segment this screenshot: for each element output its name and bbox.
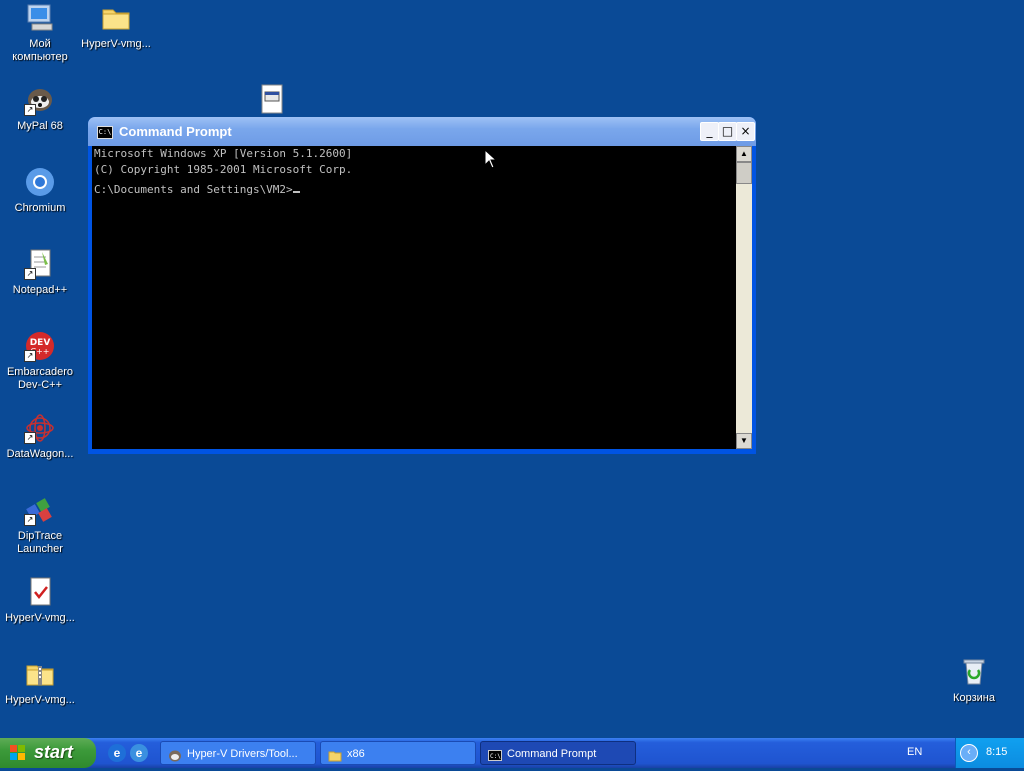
shortcut-arrow-icon: ↗ xyxy=(24,432,36,444)
desktop-icon-file-top[interactable] xyxy=(232,84,312,120)
desktop-icon-chromium[interactable]: Chromium xyxy=(0,166,80,215)
desktop-icon-label: Notepad++ xyxy=(12,284,68,296)
folder-icon xyxy=(100,2,132,34)
desktop-icon-mypal[interactable]: ↗ MyPal 68 xyxy=(0,84,80,133)
shortcut-arrow-icon: ↗ xyxy=(24,104,36,116)
taskbar-item-label: x86 xyxy=(347,748,365,760)
show-hidden-icons-chevron-icon[interactable]: ‹ xyxy=(960,744,978,762)
desktop-icon-recycle-bin[interactable]: Корзина xyxy=(934,656,1014,705)
mypal-icon: ↗ xyxy=(24,84,56,116)
desktop-icon-label: MyPal 68 xyxy=(17,120,63,132)
folder-icon xyxy=(328,747,342,762)
hyperv-drivers-icon xyxy=(168,747,182,762)
desktop-icon-notepadpp[interactable]: ↗ Notepad++ xyxy=(0,248,80,297)
shortcut-arrow-icon: ↗ xyxy=(24,514,36,526)
desktop-icon-hyperv-folder[interactable]: HyperV-vmg... xyxy=(76,2,156,51)
taskbar-item-label: Command Prompt xyxy=(507,748,597,760)
taskbar-item-hyperv-drivers[interactable]: Hyper-V Drivers/Tool... xyxy=(160,741,316,765)
window-title-bar[interactable]: C:\ Command Prompt _ □ × xyxy=(88,117,756,146)
vertical-scrollbar[interactable]: ▲ ▼ xyxy=(736,146,752,449)
close-button[interactable]: × xyxy=(736,122,755,141)
language-indicator[interactable]: EN xyxy=(907,746,922,758)
browser-quicklaunch-icon[interactable]: e xyxy=(130,744,148,762)
window-title: Command Prompt xyxy=(119,124,232,139)
diptrace-icon: ↗ xyxy=(24,494,56,526)
svg-text:C:\: C:\ xyxy=(490,753,501,760)
datawagon-icon: ↗ xyxy=(24,412,56,444)
executable-file-icon xyxy=(256,84,288,116)
desktop-icon-label: Chromium xyxy=(14,202,66,214)
my-computer-icon xyxy=(24,2,56,34)
scroll-up-button[interactable]: ▲ xyxy=(736,146,752,162)
taskbar-item-x86[interactable]: x86 xyxy=(320,741,476,765)
desktop-icon-label: DipTrace Launcher xyxy=(17,530,63,555)
desktop-icon-devcpp[interactable]: DEV C++ ↗ Embarcadero Dev-C++ xyxy=(0,330,80,392)
desktop-icon-label: DataWagon... xyxy=(6,448,74,460)
taskbar-item-label: Hyper-V Drivers/Tool... xyxy=(187,748,298,760)
desktop-icon-diptrace[interactable]: ↗ DipTrace Launcher xyxy=(0,494,80,556)
taskbar-item-command-prompt[interactable]: C:\ Command Prompt xyxy=(480,741,636,765)
taskbar: start e e Hyper-V Drivers/Tool... x86 C:… xyxy=(0,738,1024,768)
devcpp-icon: DEV C++ ↗ xyxy=(24,330,56,362)
desktop-icon-label: HyperV-vmg... xyxy=(81,38,151,50)
desktop-icon-label: Embarcadero Dev-C++ xyxy=(6,366,74,391)
desktop-icon-label: Мой компьютер xyxy=(12,38,68,63)
desktop-icon-datawagon[interactable]: ↗ DataWagon... xyxy=(0,412,80,461)
cmd-icon: C:\ xyxy=(488,747,502,761)
document-check-icon xyxy=(24,576,56,608)
shortcut-arrow-icon: ↗ xyxy=(24,268,36,280)
scrollbar-thumb[interactable] xyxy=(736,162,752,184)
desktop-icon-label: HyperV-vmg... xyxy=(5,694,75,706)
shortcut-arrow-icon: ↗ xyxy=(24,350,36,362)
internet-explorer-icon[interactable]: e xyxy=(108,744,126,762)
console-prompt: C:\Documents and Settings\VM2> xyxy=(94,183,293,196)
desktop-icon-label: HyperV-vmg... xyxy=(5,612,75,624)
console-line: Microsoft Windows XP [Version 5.1.2600] xyxy=(94,147,353,160)
desktop-icon-label: Корзина xyxy=(953,692,995,704)
start-button[interactable]: start xyxy=(0,738,96,768)
console-area[interactable]: Microsoft Windows XP [Version 5.1.2600] … xyxy=(92,146,736,449)
text-cursor xyxy=(292,191,300,193)
console-line: (C) Copyright 1985-2001 Microsoft Corp. xyxy=(94,163,353,176)
system-tray: ‹ 8:15 xyxy=(955,738,1024,768)
console-prompt-line: C:\Documents and Settings\VM2> xyxy=(92,182,736,198)
notepadpp-icon: ↗ xyxy=(24,248,56,280)
minimize-button[interactable]: _ xyxy=(700,122,719,141)
cmd-icon: C:\ xyxy=(97,126,113,139)
windows-logo-icon xyxy=(10,745,26,761)
scroll-down-button[interactable]: ▼ xyxy=(736,433,752,449)
chromium-icon xyxy=(24,166,56,198)
start-label: start xyxy=(34,742,74,762)
clock[interactable]: 8:15 xyxy=(986,746,1007,758)
zip-folder-icon xyxy=(24,658,56,690)
desktop-icon-my-computer[interactable]: Мой компьютер xyxy=(0,2,80,64)
desktop-icon-hyperv-doc[interactable]: HyperV-vmg... xyxy=(0,576,80,625)
maximize-button[interactable]: □ xyxy=(718,122,737,141)
command-prompt-window[interactable]: C:\ Command Prompt _ □ × Microsoft Windo… xyxy=(88,117,756,454)
desktop-icon-hyperv-zip[interactable]: HyperV-vmg... xyxy=(0,658,80,707)
recycle-bin-icon xyxy=(958,656,990,688)
